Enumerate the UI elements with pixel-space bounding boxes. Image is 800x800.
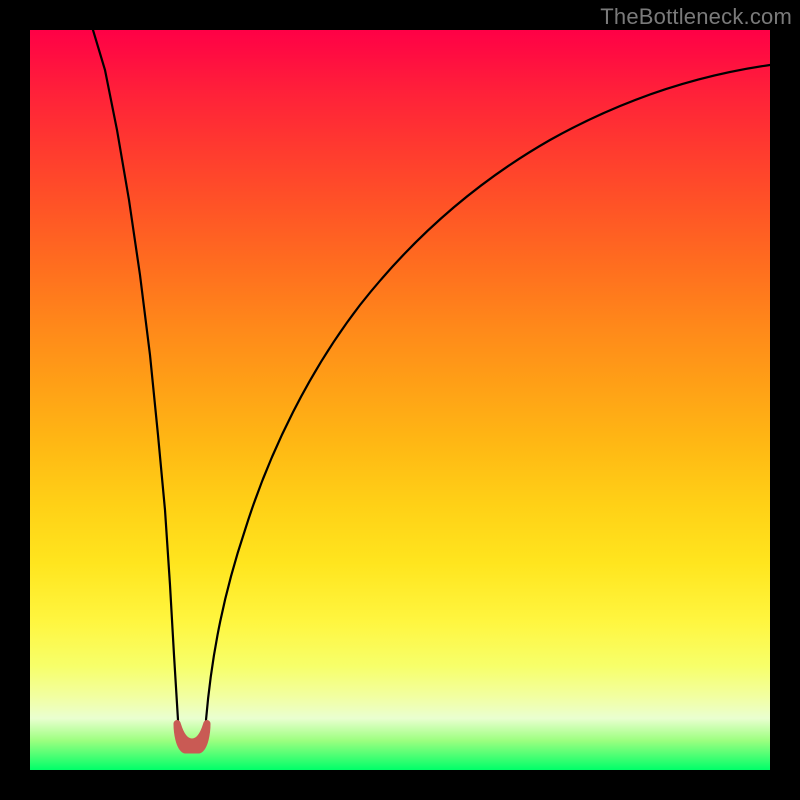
plot-area (30, 30, 770, 770)
outer-frame: TheBottleneck.com (0, 0, 800, 800)
valley-bump (177, 724, 207, 750)
bump-layer (30, 30, 770, 770)
watermark-text: TheBottleneck.com (600, 4, 792, 30)
